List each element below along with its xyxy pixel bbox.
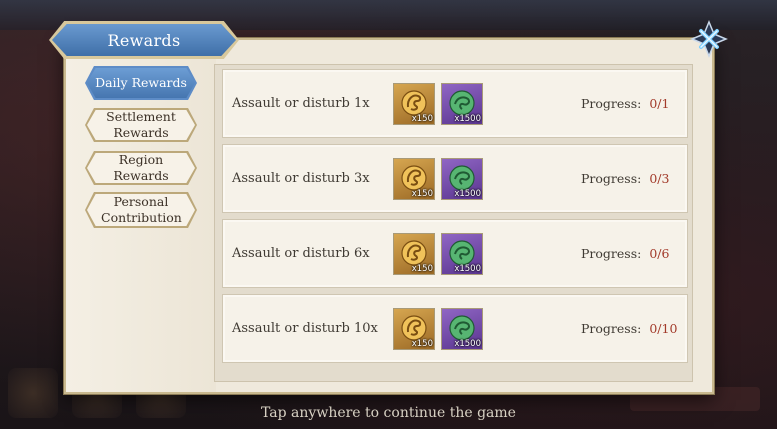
progress: Progress: 0/1 (581, 70, 669, 137)
progress: Progress: 0/6 (581, 220, 669, 287)
tab-label: Settlement Rewards (106, 109, 176, 140)
green-dragon-medal-icon (449, 165, 475, 191)
progress: Progress: 0/3 (581, 145, 669, 212)
progress-label: Progress: (581, 246, 642, 261)
progress-label: Progress: (581, 96, 642, 111)
task-label: Assault or disturb 3x (232, 171, 370, 186)
item-quantity: x1500 (454, 189, 481, 199)
green-dragon-medal-icon (449, 315, 475, 341)
progress-value: 0/3 (649, 171, 670, 186)
task-label: Assault or disturb 10x (232, 321, 378, 336)
gold-dragon-token-icon (401, 165, 427, 191)
gold-dragon-token-icon (401, 240, 427, 266)
gold-dragon-token-icon (401, 90, 427, 116)
reward-item-gold[interactable]: x150 (393, 83, 435, 125)
reward-item-gold[interactable]: x150 (393, 308, 435, 350)
reward-item-purple[interactable]: x1500 (441, 83, 483, 125)
reward-row: Assault or disturb 3x x150 x1500 Progres… (222, 144, 688, 213)
continue-hint: Tap anywhere to continue the game (261, 405, 516, 421)
gold-dragon-token-icon (401, 315, 427, 341)
tab-label: Daily Rewards (95, 75, 187, 91)
progress-label: Progress: (581, 321, 642, 336)
reward-row: Assault or disturb 1x x150 x1500 Progres… (222, 69, 688, 138)
reward-item-gold[interactable]: x150 (393, 158, 435, 200)
progress-value: 0/10 (649, 321, 678, 336)
item-quantity: x150 (411, 114, 433, 124)
reward-item-purple[interactable]: x1500 (441, 158, 483, 200)
item-quantity: x150 (411, 264, 433, 274)
reward-item-gold[interactable]: x150 (393, 233, 435, 275)
close-button[interactable] (690, 20, 728, 58)
task-label: Assault or disturb 1x (232, 96, 370, 111)
progress: Progress: 0/10 (581, 295, 677, 362)
close-icon (690, 20, 728, 58)
reward-item-purple[interactable]: x1500 (441, 308, 483, 350)
progress-value: 0/6 (649, 246, 670, 261)
panel-title: Rewards (52, 24, 236, 56)
progress-label: Progress: (581, 171, 642, 186)
item-quantity: x150 (411, 339, 433, 349)
item-quantity: x1500 (454, 114, 481, 124)
reward-item-purple[interactable]: x1500 (441, 233, 483, 275)
green-dragon-medal-icon (449, 90, 475, 116)
progress-value: 0/1 (649, 96, 670, 111)
item-quantity: x1500 (454, 264, 481, 274)
item-quantity: x1500 (454, 339, 481, 349)
tab-settlement-rewards[interactable]: Settlement Rewards (85, 108, 197, 142)
tab-label: Personal Contribution (101, 194, 182, 225)
reward-row: Assault or disturb 6x x150 x1500 Progres… (222, 219, 688, 288)
tab-region-rewards[interactable]: Region Rewards (85, 151, 197, 185)
item-quantity: x150 (411, 189, 433, 199)
tab-personal-contribution[interactable]: Personal Contribution (85, 192, 197, 228)
tab-daily-rewards[interactable]: Daily Rewards (85, 66, 197, 100)
tab-label: Region Rewards (113, 152, 169, 183)
reward-row: Assault or disturb 10x x150 x1500 Progre… (222, 294, 688, 363)
green-dragon-medal-icon (449, 240, 475, 266)
task-label: Assault or disturb 6x (232, 246, 370, 261)
